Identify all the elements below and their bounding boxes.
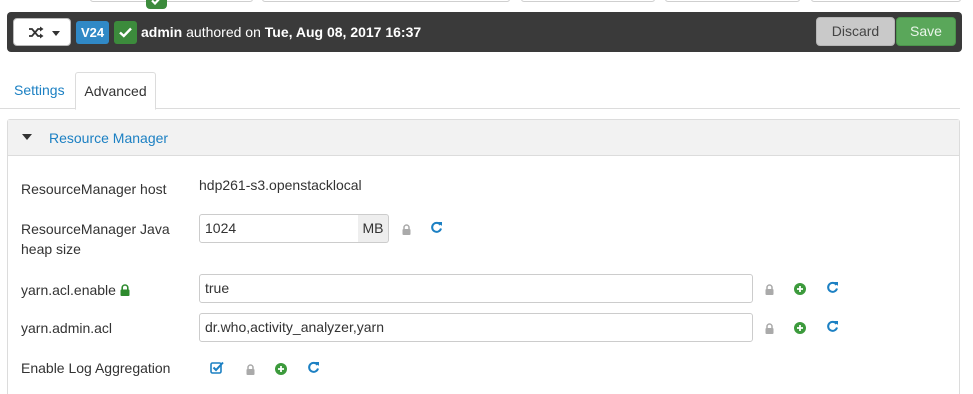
config-tabs: Settings Advanced [0, 72, 960, 110]
lock-icon[interactable] [765, 321, 774, 337]
current-version-check-icon [146, 0, 167, 9]
refresh-icon[interactable] [430, 221, 443, 237]
version-card[interactable] [521, 0, 655, 2]
plus-circle-icon[interactable] [794, 282, 806, 298]
plus-circle-icon[interactable] [275, 362, 287, 378]
heap-size-unit: MB [358, 214, 389, 243]
panel-title[interactable]: Resource Manager [49, 130, 168, 146]
refresh-icon[interactable] [307, 361, 320, 377]
acl-enable-label-text: yarn.acl.enable [21, 282, 116, 298]
version-card[interactable] [90, 0, 253, 2]
heap-size-input[interactable]: 1024 [199, 214, 359, 243]
log-aggregation-label: Enable Log Aggregation [21, 360, 171, 376]
shuffle-icon [28, 26, 44, 42]
plus-circle-icon[interactable] [794, 321, 806, 337]
top-card-strip [0, 0, 973, 9]
version-bar: V24 admin authored on Tue, Aug 08, 2017 … [7, 12, 962, 52]
tab-settings[interactable]: Settings [14, 72, 65, 109]
acl-enable-label: yarn.acl.enable [21, 280, 130, 301]
author-name: admin [141, 24, 183, 40]
lock-icon[interactable] [246, 362, 255, 378]
save-button[interactable]: Save [896, 17, 956, 46]
heap-size-label: ResourceManager Java heap size [21, 219, 170, 259]
lock-icon[interactable] [402, 222, 411, 238]
acl-enable-input[interactable]: true [199, 274, 753, 303]
admin-acl-input[interactable]: dr.who,activity_analyzer,yarn [199, 313, 753, 342]
chevron-down-icon [52, 31, 60, 36]
rm-host-label: ResourceManager host [21, 181, 167, 197]
compare-versions-dropdown[interactable] [13, 18, 71, 46]
checked-checkbox-icon[interactable] [210, 361, 224, 377]
refresh-icon[interactable] [826, 281, 839, 297]
collapse-caret-icon[interactable] [22, 134, 32, 140]
version-card[interactable] [811, 0, 961, 2]
heap-size-label-line2: heap size [21, 241, 81, 257]
refresh-icon[interactable] [826, 320, 839, 336]
current-check-icon [114, 21, 137, 44]
lock-icon[interactable] [765, 282, 774, 298]
green-lock-icon [120, 281, 130, 301]
authored-on-text: authored on [186, 24, 261, 40]
panel-header[interactable]: Resource Manager [8, 120, 959, 156]
version-badge: V24 [76, 21, 110, 44]
version-card[interactable] [665, 0, 800, 2]
heap-size-label-line1: ResourceManager Java [21, 221, 170, 237]
tab-advanced[interactable]: Advanced [75, 72, 156, 110]
version-card[interactable] [262, 0, 510, 2]
rm-host-value: hdp261-s3.openstacklocal [199, 177, 362, 193]
version-date: Tue, Aug 08, 2017 16:37 [264, 24, 422, 40]
admin-acl-label: yarn.admin.acl [21, 320, 113, 336]
discard-button[interactable]: Discard [816, 17, 895, 46]
version-info-text: admin authored on Tue, Aug 08, 2017 16:3… [141, 23, 421, 41]
